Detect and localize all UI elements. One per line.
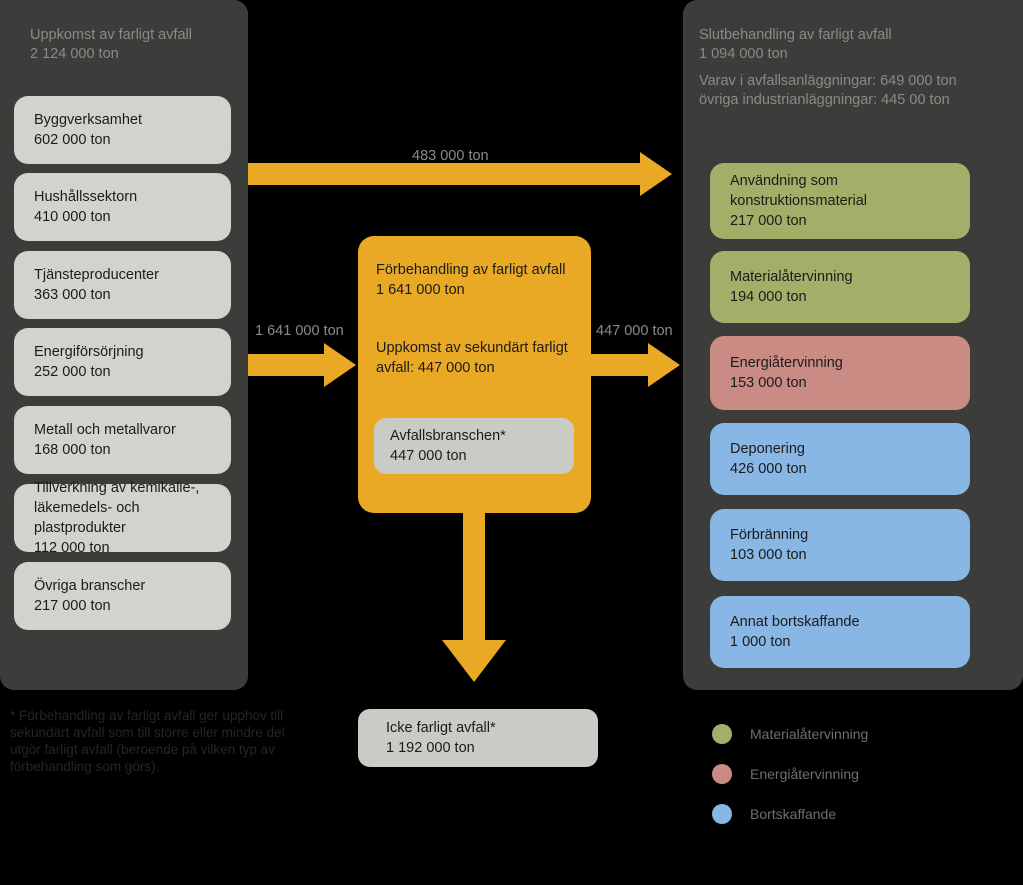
center-box-title: Förbehandling av farligt avfall 1 641 00…: [376, 262, 566, 298]
footnote-text: * Förbehandling av farligt avfall ger up…: [10, 708, 285, 774]
source-label: Tjänsteproducenter: [34, 267, 159, 283]
source-label: Tillverkning av kemikalie-, läkemedels- …: [34, 480, 200, 536]
treatment-box-forbranning: Förbränning 103 000 ton: [710, 509, 970, 581]
treatment-value: 103 000 ton: [730, 547, 807, 563]
arrow-out-of-center-label: 447 000 ton: [596, 323, 673, 339]
source-label: Energiförsörjning: [34, 344, 144, 360]
treatment-value: 1 000 ton: [730, 634, 791, 650]
treatment-box-annat-bortskaffande: Annat bortskaffande 1 000 ton: [710, 596, 970, 668]
arrow-top-head-icon: [640, 152, 672, 196]
source-box-metall-och-metallvaror: Metall och metallvaror 168 000 ton: [14, 406, 231, 474]
source-value: 252 000 ton: [34, 364, 111, 380]
treatment-label: Användning som konstruktionsmaterial: [730, 173, 867, 209]
source-label: Metall och metallvaror: [34, 422, 176, 438]
source-value: 602 000 ton: [34, 132, 111, 148]
source-label: Byggverksamhet: [34, 112, 142, 128]
center-inner-box-avfallsbranschen: Avfallsbranschen* 447 000 ton: [374, 418, 574, 474]
treatment-box-energiatervinning: Energiåtervinning 153 000 ton: [710, 336, 970, 410]
bottom-box-value: 1 192 000 ton: [386, 740, 475, 756]
bottom-box-label: Icke farligt avfall*: [386, 720, 496, 736]
arrow-into-center-label: 1 641 000 ton: [255, 323, 344, 339]
source-label: Övriga branscher: [34, 578, 146, 594]
treatment-label: Annat bortskaffande: [730, 614, 860, 630]
legend-dot-icon: [712, 724, 732, 744]
center-box-forbehandling: Förbehandling av farligt avfall 1 641 00…: [358, 236, 591, 513]
legend-label: Bortskaffande: [750, 806, 837, 822]
legend-item-energiatervinning: Energiåtervinning: [712, 754, 868, 794]
inner-box-value: 447 000 ton: [390, 448, 467, 464]
right-panel-subheading: Varav i avfallsanläggningar: 649 000 ton…: [699, 73, 957, 108]
source-box-ovriga-branscher: Övriga branscher 217 000 ton: [14, 562, 231, 630]
treatment-box-deponering: Deponering 426 000 ton: [710, 423, 970, 495]
arrow-top-shaft: [248, 163, 648, 185]
source-label: Hushållssektorn: [34, 189, 138, 205]
arrow-down-head-icon: [442, 640, 506, 682]
left-panel-heading: Uppkomst av farligt avfall 2 124 000 ton: [30, 27, 192, 62]
treatment-box-anvandning-konstruktionsmaterial: Användning som konstruktionsmaterial 217…: [710, 163, 970, 239]
treatment-value: 153 000 ton: [730, 375, 807, 391]
legend-label: Materialåtervinning: [750, 726, 869, 742]
legend-item-bortskaffande: Bortskaffande: [712, 794, 868, 834]
arrow-into-center-head-icon: [324, 343, 356, 387]
source-box-hushallssektorn: Hushållssektorn 410 000 ton: [14, 173, 231, 241]
source-box-energiforsorjning: Energiförsörjning 252 000 ton: [14, 328, 231, 396]
treatment-value: 426 000 ton: [730, 461, 807, 477]
source-box-tjansteproducenter: Tjänsteproducenter 363 000 ton: [14, 251, 231, 319]
treatment-box-materialatervinning: Materialåtervinning 194 000 ton: [710, 251, 970, 323]
source-value: 217 000 ton: [34, 598, 111, 614]
treatment-value: 194 000 ton: [730, 289, 807, 305]
arrow-into-center-shaft: [248, 354, 328, 376]
legend-dot-icon: [712, 764, 732, 784]
legend-label: Energiåtervinning: [750, 766, 859, 782]
source-box-tillverkning-kemikalie: Tillverkning av kemikalie-, läkemedels- …: [14, 480, 231, 556]
center-box-secondary-text: Uppkomst av sekundärt farligt avfall: 44…: [376, 340, 568, 376]
treatment-value: 217 000 ton: [730, 213, 807, 229]
right-panel-heading: Slutbehandling av farligt avfall 1 094 0…: [699, 27, 892, 62]
treatment-label: Förbränning: [730, 527, 809, 543]
source-value: 410 000 ton: [34, 209, 111, 225]
legend-item-materialatervinning: Materialåtervinning: [712, 714, 868, 754]
legend: Materialåtervinning Energiåtervinning Bo…: [712, 714, 868, 834]
source-box-byggverksamhet: Byggverksamhet 602 000 ton: [14, 96, 231, 164]
treatment-label: Deponering: [730, 441, 805, 457]
inner-box-label: Avfallsbranschen*: [390, 428, 506, 444]
treatment-label: Energiåtervinning: [730, 355, 843, 371]
arrow-top-label: 483 000 ton: [412, 148, 489, 164]
source-value: 112 000 ton: [34, 540, 110, 556]
arrow-out-of-center-head-icon: [648, 343, 680, 387]
source-value: 168 000 ton: [34, 442, 111, 458]
legend-dot-icon: [712, 804, 732, 824]
diagram-canvas: Uppkomst av farligt avfall 2 124 000 ton…: [0, 0, 1023, 885]
arrow-out-of-center-shaft: [591, 354, 653, 376]
treatment-label: Materialåtervinning: [730, 269, 853, 285]
arrow-down-shaft: [463, 505, 485, 645]
source-value: 363 000 ton: [34, 287, 111, 303]
bottom-box-icke-farligt-avfall: Icke farligt avfall* 1 192 000 ton: [358, 709, 598, 767]
